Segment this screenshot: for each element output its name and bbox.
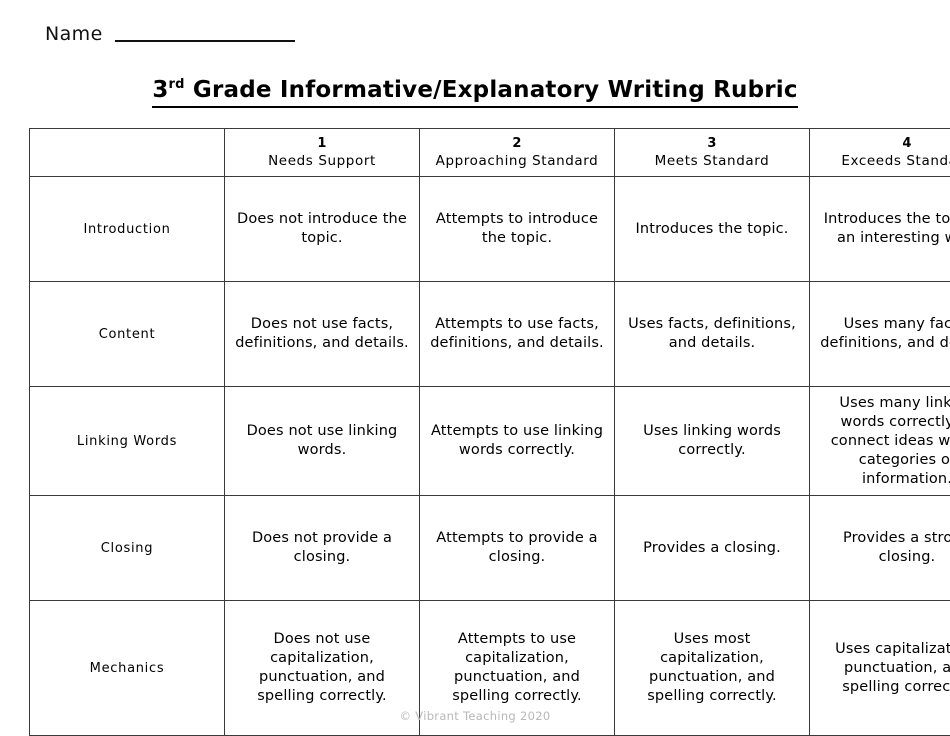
cell-closing-level-4[interactable]: Provides a strong closing. — [810, 496, 950, 601]
cell-linking-words-level-3[interactable]: Uses linking words correctly. — [615, 387, 810, 496]
cell-introduction-level-1[interactable]: Does not introduce the topic. — [225, 177, 420, 282]
cell-linking-words-level-2[interactable]: Attempts to use linking words correctly. — [420, 387, 615, 496]
rubric-header-level-3: 3 Meets Standard — [615, 129, 810, 177]
page-title-grade-number: 3 — [152, 77, 168, 103]
level-4-label: Exceeds Standard — [818, 152, 950, 170]
cell-content-level-1[interactable]: Does not use facts, definitions, and det… — [225, 282, 420, 387]
level-2-label: Approaching Standard — [428, 152, 606, 170]
cell-closing-level-1[interactable]: Does not provide a closing. — [225, 496, 420, 601]
name-label: Name — [45, 23, 103, 45]
criterion-label-introduction: Introduction — [30, 177, 225, 282]
level-3-label: Meets Standard — [623, 152, 801, 170]
rubric-header-level-1: 1 Needs Support — [225, 129, 420, 177]
table-row: Content Does not use facts, definitions,… — [30, 282, 950, 387]
cell-content-level-4[interactable]: Uses many facts, definitions, and detail… — [810, 282, 950, 387]
cell-closing-level-2[interactable]: Attempts to provide a closing. — [420, 496, 615, 601]
cell-introduction-level-3[interactable]: Introduces the topic. — [615, 177, 810, 282]
level-1-label: Needs Support — [233, 152, 411, 170]
rubric-table-head: 1 Needs Support 2 Approaching Standard 3… — [30, 129, 950, 177]
level-2-number: 2 — [428, 135, 606, 152]
cell-introduction-level-4[interactable]: Introduces the topic in an interesting w… — [810, 177, 950, 282]
page-title-rest: Grade Informative/Explanatory Writing Ru… — [185, 77, 798, 103]
page-title: 3rd Grade Informative/Explanatory Writin… — [152, 76, 797, 108]
cell-content-level-2[interactable]: Attempts to use facts, definitions, and … — [420, 282, 615, 387]
cell-linking-words-level-1[interactable]: Does not use linking words. — [225, 387, 420, 496]
rubric-header-level-4: 4 Exceeds Standard — [810, 129, 950, 177]
level-1-number: 1 — [233, 135, 411, 152]
page-title-ordinal-suffix: rd — [169, 77, 185, 92]
rubric-table: 1 Needs Support 2 Approaching Standard 3… — [29, 128, 950, 736]
table-row: Introduction Does not introduce the topi… — [30, 177, 950, 282]
table-row: Closing Does not provide a closing. Atte… — [30, 496, 950, 601]
page-title-wrapper: 3rd Grade Informative/Explanatory Writin… — [0, 76, 950, 108]
criterion-label-content: Content — [30, 282, 225, 387]
cell-content-level-3[interactable]: Uses facts, definitions, and details. — [615, 282, 810, 387]
cell-linking-words-level-4[interactable]: Uses many linking words correctly to con… — [810, 387, 950, 496]
level-4-number: 4 — [818, 135, 950, 152]
rubric-header-row: 1 Needs Support 2 Approaching Standard 3… — [30, 129, 950, 177]
level-3-number: 3 — [623, 135, 801, 152]
name-write-in-line[interactable] — [115, 39, 295, 42]
copyright-footer: © Vibrant Teaching 2020 — [0, 709, 950, 723]
criterion-label-closing: Closing — [30, 496, 225, 601]
table-row: Linking Words Does not use linking words… — [30, 387, 950, 496]
rubric-header-level-2: 2 Approaching Standard — [420, 129, 615, 177]
cell-introduction-level-2[interactable]: Attempts to introduce the topic. — [420, 177, 615, 282]
cell-closing-level-3[interactable]: Provides a closing. — [615, 496, 810, 601]
name-field-row: Name — [45, 23, 295, 45]
rubric-corner-cell — [30, 129, 225, 177]
criterion-label-linking-words: Linking Words — [30, 387, 225, 496]
rubric-table-body: Introduction Does not introduce the topi… — [30, 177, 950, 736]
